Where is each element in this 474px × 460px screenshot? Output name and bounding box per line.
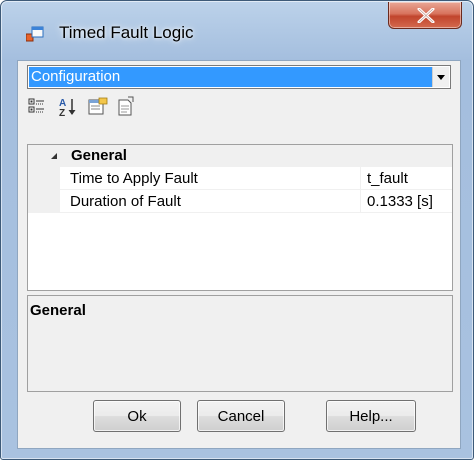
property-value[interactable]: t_fault bbox=[367, 170, 408, 187]
column-divider[interactable] bbox=[360, 167, 361, 189]
column-divider[interactable] bbox=[360, 190, 361, 212]
help-button[interactable]: Help... bbox=[326, 400, 416, 432]
category-row-general[interactable]: General bbox=[28, 145, 452, 167]
property-row[interactable]: Duration of Fault 0.1333 [s] bbox=[60, 190, 452, 213]
category-label: General bbox=[71, 147, 127, 164]
property-value[interactable]: 0.1333 [s] bbox=[367, 193, 433, 210]
description-pane: General bbox=[27, 295, 453, 392]
events-icon[interactable] bbox=[115, 96, 137, 118]
collapse-arrow-icon[interactable] bbox=[50, 152, 58, 160]
object-selector-value: Configuration bbox=[29, 67, 432, 87]
property-row[interactable]: Time to Apply Fault t_fault bbox=[60, 167, 452, 190]
close-icon bbox=[417, 8, 435, 23]
title-bar[interactable]: Timed Fault Logic bbox=[1, 1, 473, 61]
ok-button[interactable]: Ok bbox=[93, 400, 181, 432]
property-pages-icon[interactable] bbox=[87, 96, 109, 118]
dialog-window: Timed Fault Logic Configuration A Z Gene… bbox=[0, 0, 474, 460]
grid-gutter bbox=[28, 167, 60, 213]
window-title: Timed Fault Logic bbox=[59, 23, 194, 42]
app-icon bbox=[25, 26, 44, 42]
chevron-down-icon[interactable] bbox=[432, 67, 449, 87]
close-button[interactable] bbox=[388, 2, 462, 29]
categorized-icon[interactable] bbox=[27, 96, 49, 118]
property-name: Time to Apply Fault bbox=[70, 170, 198, 187]
dialog-client-area: Configuration A Z General Time to Apply … bbox=[17, 60, 461, 449]
description-title: General bbox=[30, 302, 86, 319]
property-name: Duration of Fault bbox=[70, 193, 181, 210]
property-grid: General Time to Apply Fault t_fault Dura… bbox=[27, 144, 453, 291]
property-grid-toolbar: A Z bbox=[27, 94, 451, 120]
alphabetical-icon[interactable]: A Z bbox=[57, 96, 79, 119]
object-selector-dropdown[interactable]: Configuration bbox=[27, 65, 451, 89]
svg-text:Z: Z bbox=[59, 108, 65, 118]
cancel-button[interactable]: Cancel bbox=[197, 400, 285, 432]
